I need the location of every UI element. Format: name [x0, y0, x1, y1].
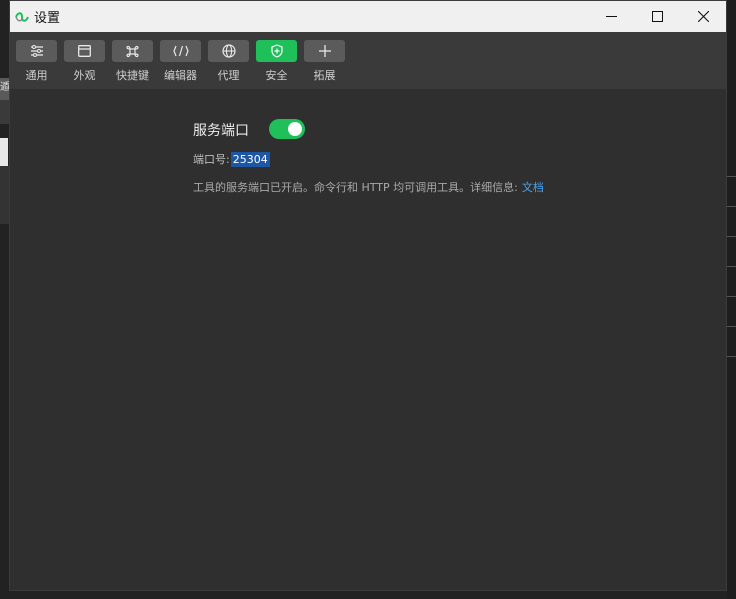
shield-icon: [270, 44, 283, 58]
background-divider: [727, 356, 736, 357]
tab-proxy[interactable]: 代理: [208, 40, 249, 83]
tab-proxy-button[interactable]: [208, 40, 249, 62]
tab-general[interactable]: 通用: [16, 40, 57, 83]
maximize-button[interactable]: [634, 1, 680, 32]
toggle-knob: [288, 122, 302, 136]
tab-appearance-label: 外观: [73, 69, 96, 82]
tab-security-label: 安全: [265, 69, 288, 82]
maximize-icon: [651, 11, 663, 22]
command-key-icon: [126, 45, 139, 57]
window-icon: [78, 45, 91, 57]
port-value[interactable]: 25304: [230, 151, 270, 167]
tab-general-button[interactable]: [16, 40, 57, 62]
tab-general-label: 通用: [25, 69, 48, 82]
tab-extensions-button[interactable]: [304, 40, 345, 62]
window-controls: [588, 1, 726, 32]
app-logo-icon: [15, 11, 29, 23]
minimize-button[interactable]: [588, 1, 634, 32]
tab-shortcuts-label: 快捷键: [116, 69, 149, 82]
service-port-info-text: 工具的服务端口已开启。命令行和 HTTP 均可调用工具。详细信息:: [193, 181, 518, 194]
tab-editor[interactable]: 编辑器: [160, 40, 201, 83]
background-fragment: 遁: [0, 78, 9, 100]
tab-extensions-label: 拓展: [313, 69, 336, 82]
title-bar[interactable]: 设置: [10, 1, 726, 32]
background-fragment-panel: [0, 100, 9, 124]
background-divider: [727, 296, 736, 297]
tab-proxy-label: 代理: [217, 69, 240, 82]
background-divider: [727, 266, 736, 267]
background-right-edge: [727, 0, 736, 599]
settings-toolbar: 通用 外观 快捷键 编辑器 代理 安全 拓展: [10, 32, 726, 89]
tab-security-button[interactable]: [256, 40, 297, 62]
docs-link[interactable]: 文档: [522, 181, 544, 194]
tab-editor-label: 编辑器: [164, 69, 197, 82]
background-divider: [727, 206, 736, 207]
code-brackets-icon: [172, 45, 189, 57]
service-port-toggle[interactable]: [269, 119, 305, 139]
background-fragment-input: [0, 138, 8, 166]
minimize-icon: [605, 16, 617, 17]
tab-editor-button[interactable]: [160, 40, 201, 62]
background-divider: [727, 176, 736, 177]
background-divider: [727, 236, 736, 237]
tab-appearance-button[interactable]: [64, 40, 105, 62]
tab-extensions[interactable]: 拓展: [304, 40, 345, 83]
tab-appearance[interactable]: 外观: [64, 40, 105, 83]
globe-icon: [221, 44, 236, 58]
port-row: 端口号: 25304: [193, 151, 270, 167]
background-divider: [727, 326, 736, 327]
tab-shortcuts-button[interactable]: [112, 40, 153, 62]
service-port-title: 服务端口: [193, 123, 249, 139]
plus-icon: [318, 45, 331, 57]
tab-security[interactable]: 安全: [256, 40, 297, 83]
window-title: 设置: [34, 11, 61, 26]
port-label: 端口号:: [193, 153, 230, 166]
list-settings-icon: [30, 45, 43, 57]
background-fragment-area: [0, 166, 9, 224]
settings-content: 服务端口 端口号: 25304 工具的服务端口已开启。命令行和 HTTP 均可调…: [10, 89, 726, 592]
close-button[interactable]: [680, 1, 726, 32]
settings-window: 设置 通用 外观 快捷键 编辑器 代理 安全 拓展 服务端口 端口号: 2530…: [9, 0, 727, 591]
service-port-info: 工具的服务端口已开启。命令行和 HTTP 均可调用工具。详细信息: 文档: [193, 179, 544, 195]
close-icon: [697, 11, 709, 22]
tab-shortcuts[interactable]: 快捷键: [112, 40, 153, 83]
background-fragment-text: 遁: [0, 82, 9, 93]
